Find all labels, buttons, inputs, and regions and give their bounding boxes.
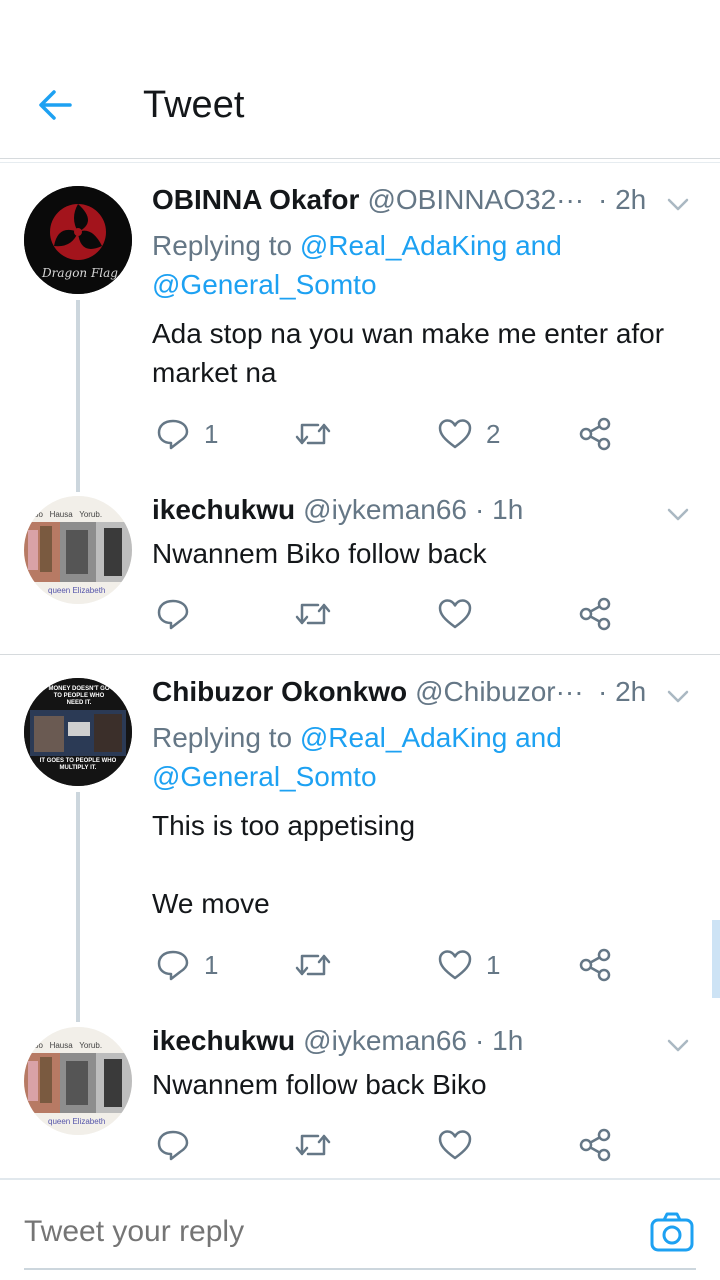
timestamp: · 2h (598, 676, 647, 707)
reply-icon (157, 599, 189, 630)
scrollbar-thumb[interactable] (712, 920, 720, 998)
timestamp: · 1h (475, 1025, 524, 1056)
retweet-icon (295, 603, 331, 625)
chevron-down-icon[interactable] (664, 1031, 692, 1059)
reply-header: ikechukwu @iykeman66 · 1h (152, 494, 523, 526)
display-name[interactable]: ikechukwu (152, 1025, 295, 1057)
reply-icon (157, 950, 189, 981)
reply-count: 1 (204, 418, 219, 449)
timestamp: · 1h (475, 494, 524, 525)
share-button[interactable] (578, 414, 612, 454)
avatar-caption-bottom: queen Elizabeth (48, 1117, 106, 1126)
retweet-button[interactable] (294, 594, 332, 634)
user-handle[interactable]: @iykeman66 (303, 1025, 467, 1057)
share-icon (579, 597, 611, 631)
tweet-actions: 1 1 (152, 945, 622, 985)
display-name[interactable]: ikechukwu (152, 494, 295, 526)
retweet-icon (295, 423, 331, 445)
user-handle[interactable]: @OBINNAO32··· (367, 184, 584, 216)
thread-divider (0, 654, 720, 655)
avatar-caption-top: bo Hausa Yorub. (34, 510, 103, 519)
reply-composer (0, 1178, 720, 1280)
tweet-text: This is too appetising We move (152, 810, 416, 919)
avatar-caption: Dragon Flag (42, 266, 118, 280)
thread-connector (76, 792, 80, 1022)
share-icon (579, 417, 611, 451)
avatar-quote-bottom: IT GOES TO PEOPLE WHO MULTIPLY IT. (39, 758, 117, 771)
display-name[interactable]: Chibuzor Okonkwo (152, 676, 407, 708)
reply-button[interactable] (156, 1125, 190, 1165)
like-button[interactable] (438, 1125, 472, 1165)
like-button[interactable] (438, 594, 472, 634)
display-name[interactable]: OBINNA Okafor (152, 184, 359, 216)
retweet-icon (295, 954, 331, 976)
replying-to: Replying to @Real_AdaKing and @General_S… (152, 230, 562, 300)
reply-button[interactable] (156, 594, 190, 634)
mention-link[interactable]: @Real_AdaKing (300, 722, 507, 753)
like-button[interactable]: 1 (438, 945, 500, 985)
chevron-down-icon[interactable] (664, 190, 692, 218)
share-icon (579, 948, 611, 982)
mention-link[interactable]: @General_Somto (152, 761, 377, 792)
tweet-actions: 1 2 (152, 414, 622, 454)
composer-divider (0, 1178, 720, 1180)
avatar[interactable]: bo Hausa Yorub. queen Elizabeth (24, 1027, 132, 1135)
like-button[interactable]: 2 (438, 414, 500, 454)
reply-header: ikechukwu @iykeman66 · 1h (152, 1025, 523, 1057)
tweet-text: Nwannem follow back Biko (152, 1069, 487, 1100)
tweet-text: Ada stop na you wan make me enter afor m… (152, 318, 665, 388)
share-button[interactable] (578, 945, 612, 985)
reply-input[interactable] (24, 1208, 584, 1256)
like-count: 2 (486, 418, 501, 449)
avatar[interactable]: bo Hausa Yorub. queen Elizabeth (24, 496, 132, 604)
reply-icon (157, 419, 189, 450)
share-icon (579, 1128, 611, 1162)
retweet-button[interactable] (294, 1125, 332, 1165)
tweet-actions (152, 1125, 622, 1165)
header-divider-secondary (0, 162, 720, 163)
back-button[interactable] (30, 80, 80, 130)
tweet-header: Chibuzor Okonkwo @Chibuzor··· (152, 676, 584, 708)
share-button[interactable] (578, 1125, 612, 1165)
camera-icon[interactable] (648, 1208, 696, 1256)
reply-button[interactable]: 1 (156, 945, 218, 985)
share-button[interactable] (578, 594, 612, 634)
chevron-down-icon[interactable] (664, 500, 692, 528)
header-divider (0, 158, 720, 159)
like-icon (438, 950, 472, 980)
mention-link[interactable]: @General_Somto (152, 269, 377, 300)
thread-connector (76, 300, 80, 492)
tweet-text: Nwannem Biko follow back (152, 538, 487, 569)
like-icon (438, 1130, 472, 1160)
like-icon (438, 419, 472, 449)
retweet-button[interactable] (294, 414, 332, 454)
user-handle[interactable]: @Chibuzor··· (415, 676, 583, 708)
reply-input-underline (24, 1268, 696, 1270)
avatar-caption-top: bo Hausa Yorub. (34, 1041, 103, 1050)
user-handle[interactable]: @iykeman66 (303, 494, 467, 526)
chevron-down-icon[interactable] (664, 682, 692, 710)
replying-to: Replying to @Real_AdaKing and @General_S… (152, 722, 562, 792)
retweet-button[interactable] (294, 945, 332, 985)
reply-icon (157, 1130, 189, 1161)
avatar-quote-top: MONEY DOESN'T GO TO PEOPLE WHO NEED IT. (48, 686, 110, 706)
top-bar: Tweet (0, 0, 720, 163)
like-count: 1 (486, 949, 501, 980)
avatar[interactable]: MONEY DOESN'T GO TO PEOPLE WHO NEED IT. … (24, 678, 132, 786)
avatar-caption-bottom: queen Elizabeth (48, 586, 106, 595)
retweet-icon (295, 1134, 331, 1156)
mention-link[interactable]: @Real_AdaKing (300, 230, 507, 261)
reply-count: 1 (204, 949, 219, 980)
reply-button[interactable]: 1 (156, 414, 218, 454)
page-title: Tweet (143, 84, 245, 126)
like-icon (438, 599, 472, 629)
back-arrow-icon (39, 90, 72, 120)
timestamp: · 2h (598, 184, 647, 215)
tweet-header: OBINNA Okafor @OBINNAO32··· (152, 184, 584, 216)
tweet-actions (152, 594, 622, 634)
avatar[interactable]: Dragon Flag (24, 186, 132, 294)
